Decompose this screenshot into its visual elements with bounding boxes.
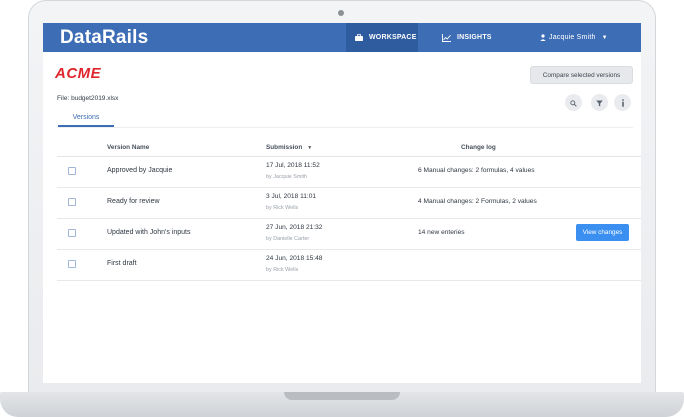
nav-insights-label: INSIGHTS: [457, 34, 492, 41]
table-row[interactable]: First draft 24 Jun, 2018 15:48 by Rick W…: [57, 250, 641, 281]
search-icon: [570, 94, 577, 112]
user-menu[interactable]: Jacquie Smith ▼: [540, 23, 608, 52]
submission-author: by Jacquie Smith: [266, 174, 308, 180]
nav-workspace-label: WORKSPACE: [369, 34, 417, 41]
filter-icon: [596, 94, 603, 112]
laptop-notch: [284, 392, 400, 400]
row-checkbox[interactable]: [68, 229, 76, 237]
change-log-summary: 6 Manual changes: 2 formulas, 4 values: [418, 167, 535, 174]
person-icon: [540, 34, 546, 41]
submission-date: 3 Jul, 2018 11:01: [266, 193, 317, 200]
table-row[interactable]: Ready for review 3 Jul, 2018 11:01 by Ri…: [57, 188, 641, 219]
version-name: Ready for review: [107, 198, 160, 205]
row-checkbox[interactable]: [68, 167, 76, 175]
nav-insights[interactable]: INSIGHTS: [440, 23, 492, 52]
submission-date: 24 Jun, 2018 15:48: [266, 255, 323, 262]
brand-logo[interactable]: DataRails: [60, 27, 148, 49]
submission-date: 17 Jul, 2018 11:52: [266, 162, 320, 169]
version-name: Updated with John's inputs: [107, 229, 191, 236]
table-row[interactable]: Updated with John's inputs 27 Jun, 2018 …: [57, 219, 641, 250]
top-navbar: DataRails WORKSPACE INSIGHTS Jacquie Smi…: [43, 23, 641, 52]
filter-button[interactable]: [591, 94, 608, 111]
table-row[interactable]: Approved by Jacquie 17 Jul, 2018 11:52 b…: [57, 157, 641, 188]
change-log-summary: 4 Manual changes: 2 Formulas, 2 values: [418, 198, 537, 205]
search-button[interactable]: [565, 94, 582, 111]
column-header-submission[interactable]: Submission ▼: [266, 144, 312, 151]
version-name: First draft: [107, 260, 137, 267]
app-screen: DataRails WORKSPACE INSIGHTS Jacquie Smi…: [43, 23, 641, 383]
column-header-change-log: Change log: [461, 144, 496, 151]
row-checkbox[interactable]: [68, 198, 76, 206]
camera: [338, 10, 344, 16]
tab-divider: [57, 127, 633, 128]
column-header-submission-label: Submission: [266, 144, 303, 151]
submission-date: 27 Jun, 2018 21:32: [266, 224, 323, 231]
briefcase-icon: [355, 34, 363, 41]
user-name: Jacquie Smith: [549, 34, 596, 41]
sort-descending-icon[interactable]: ▼: [307, 145, 312, 151]
tab-versions[interactable]: Versions: [58, 111, 114, 127]
submission-author: by Danielle Carter: [266, 236, 310, 242]
nav-workspace[interactable]: WORKSPACE: [346, 23, 418, 52]
compare-versions-button[interactable]: Compare selected versions: [530, 66, 633, 84]
submission-author: by Rick Wells: [266, 267, 299, 273]
column-header-version-name[interactable]: Version Name: [107, 144, 149, 151]
view-changes-button[interactable]: View changes: [576, 224, 629, 241]
line-chart-icon: [442, 33, 451, 42]
info-icon: [621, 94, 625, 112]
submission-author: by Rick Wells: [266, 205, 299, 211]
chevron-down-icon: ▼: [601, 34, 608, 41]
file-name-label: File: budget2019.xlsx: [57, 95, 119, 102]
company-logo: ACME: [55, 65, 102, 82]
version-name: Approved by Jacquie: [107, 167, 173, 174]
change-log-summary: 14 new enteries: [418, 229, 465, 236]
row-checkbox[interactable]: [68, 260, 76, 268]
info-button[interactable]: [614, 94, 631, 111]
